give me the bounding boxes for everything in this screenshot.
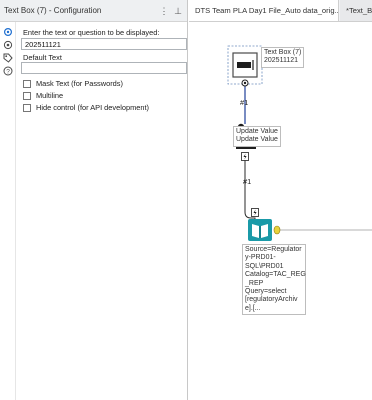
workflow-tab-active[interactable]: DTS Team PLA Day1 File_Auto data_orig... (189, 0, 339, 21)
input-output-anchor-icon[interactable] (273, 225, 281, 235)
help-icon[interactable]: ? (3, 66, 13, 76)
more-options-button[interactable]: ⋮ (158, 4, 170, 18)
checkbox-box[interactable] (23, 92, 31, 100)
svg-text:?: ? (6, 68, 10, 75)
textbox-annotation: Text Box (7) 202511121 (261, 47, 305, 68)
connection-label: #1 (243, 177, 252, 186)
panel-header: Text Box (7) - Configuration ⋮ ⊥ (0, 0, 187, 22)
default-text-label: Default Text (23, 53, 62, 62)
prompt-label: Enter the text or question to be display… (23, 28, 160, 37)
workflow-tab[interactable]: *Text_Bo (340, 0, 372, 21)
gear-icon[interactable] (3, 27, 13, 37)
checkbox-box[interactable] (23, 80, 31, 88)
target-icon[interactable] (3, 40, 13, 50)
tag-icon[interactable] (3, 53, 13, 63)
configuration-panel: Text Box (7) - Configuration ⋮ ⊥ ? Enter… (0, 0, 188, 400)
output-anchor-icon[interactable] (241, 79, 249, 87)
default-text-field[interactable] (21, 62, 187, 74)
checkbox-box[interactable] (23, 104, 31, 112)
workflow-connections (227, 45, 372, 231)
textbox-tool-icon[interactable] (232, 52, 258, 78)
workflow-canvas[interactable]: Text Box (7) 202511121 #1 Update Value U… (189, 22, 372, 400)
config-icon-rail: ? (0, 22, 16, 400)
prompt-text-field[interactable]: 202511121 (21, 38, 187, 50)
input-data-tool-icon[interactable] (247, 218, 273, 242)
pin-icon[interactable]: ⊥ (172, 4, 184, 18)
action-output-anchor-icon[interactable] (241, 152, 249, 161)
connection-label: #1 (240, 98, 249, 107)
checkbox-label: Hide control (for API development) (36, 103, 149, 112)
update-value-annotation: Update Value Update Value (233, 126, 281, 147)
action-input-anchor-icon[interactable] (251, 208, 259, 217)
checkbox-label: Multiline (36, 91, 64, 100)
panel-title: Text Box (7) - Configuration (4, 6, 102, 15)
workflow-tab-strip: DTS Team PLA Day1 File_Auto data_orig...… (189, 0, 372, 22)
input-data-annotation: Source=Regulator y-PRD01- SQL\PRD01 Cata… (242, 244, 306, 316)
checkbox-label: Mask Text (for Passwords) (36, 79, 123, 88)
